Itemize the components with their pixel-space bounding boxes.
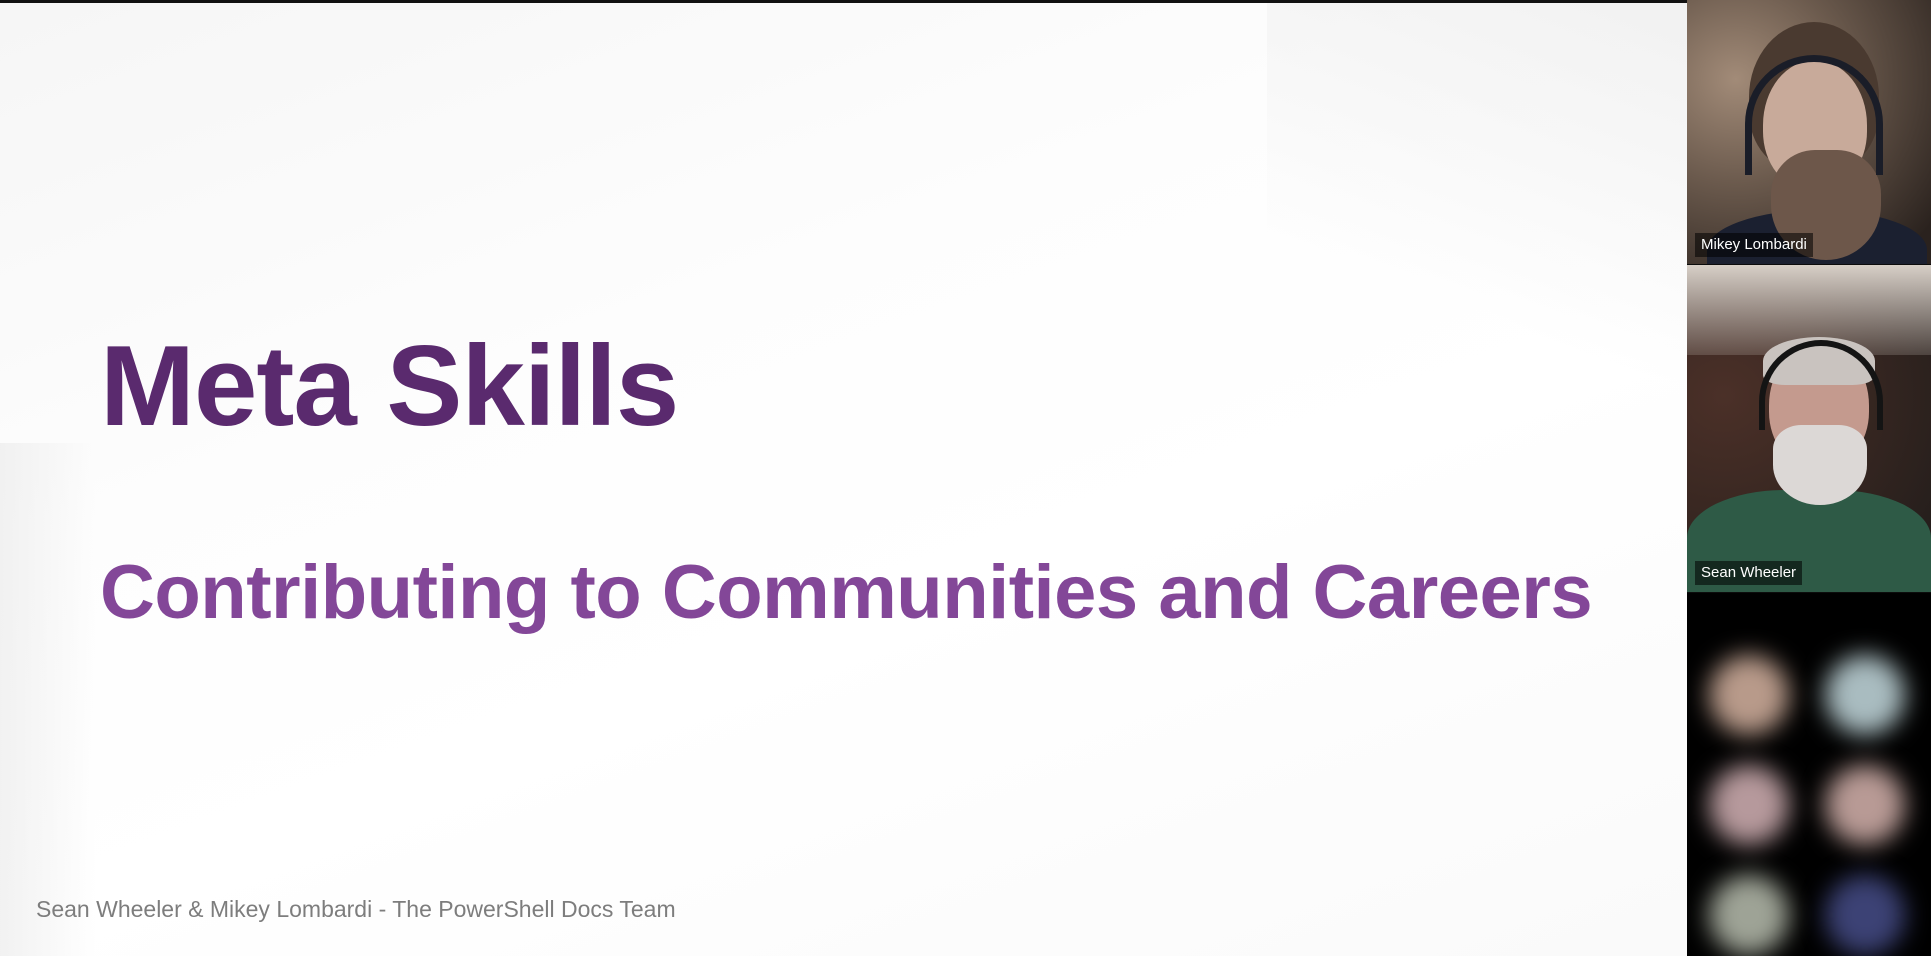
blurred-avatar [1709, 655, 1789, 735]
participant-panel: Mikey Lombardi Sean Wheeler [1687, 0, 1931, 956]
blurred-avatar [1825, 765, 1905, 845]
slide-footer: Sean Wheeler & Mikey Lombardi - The Powe… [36, 896, 676, 922]
slide-decoration [0, 443, 95, 956]
blurred-avatar [1709, 765, 1789, 845]
participant-video-tile[interactable]: Mikey Lombardi [1687, 0, 1931, 264]
participant-video [1773, 425, 1867, 505]
participant-gallery-tile[interactable] [1687, 593, 1931, 956]
slide-decoration [1267, 3, 1687, 403]
participant-name: Mikey Lombardi [1695, 233, 1813, 257]
blurred-avatar [1825, 875, 1905, 955]
slide-title: Meta Skills [100, 323, 679, 450]
blurred-avatar [1709, 875, 1789, 955]
meeting-window: Meta Skills Contributing to Communities … [0, 0, 1931, 956]
participant-name: Sean Wheeler [1695, 561, 1803, 585]
slide-subtitle: Contributing to Communities and Careers [100, 550, 1593, 635]
blurred-avatar [1825, 655, 1905, 735]
participant-video-tile[interactable]: Sean Wheeler [1687, 265, 1931, 592]
shared-slide: Meta Skills Contributing to Communities … [0, 3, 1687, 956]
